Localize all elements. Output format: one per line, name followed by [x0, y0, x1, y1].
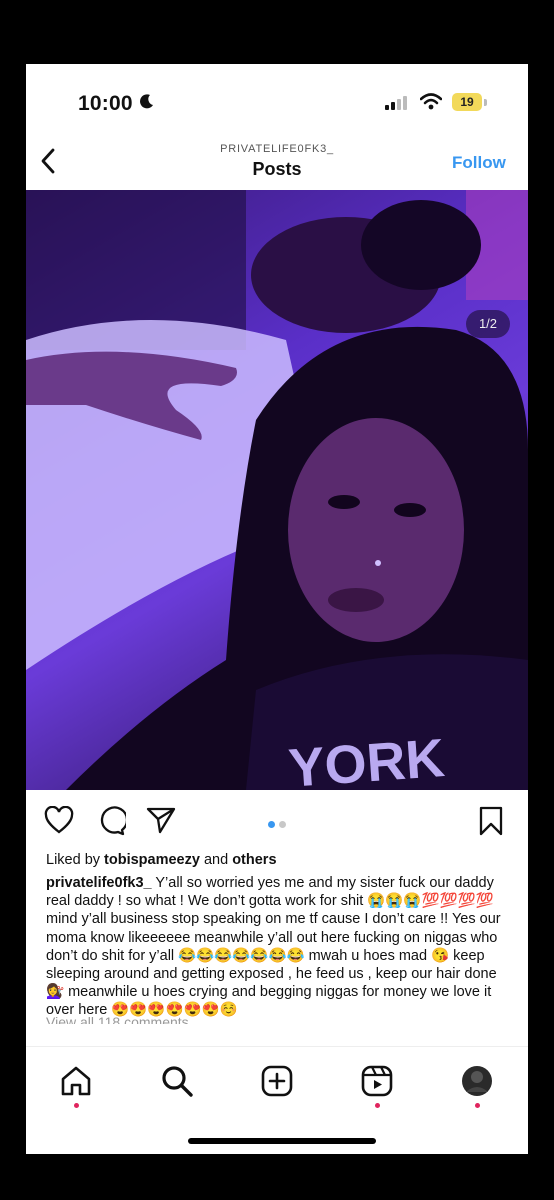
comment-icon[interactable]: [96, 806, 126, 836]
send-icon[interactable]: [146, 806, 176, 834]
profile-notification-dot: [475, 1103, 480, 1108]
status-time: 10:00: [78, 92, 133, 115]
phone-screen: 10:00 19 PRIVATELIFE0FK3_ Posts Follow Y…: [26, 64, 528, 1154]
signal-icon: [385, 96, 407, 110]
battery-level: 19: [452, 93, 482, 111]
carousel-dots: [266, 815, 288, 833]
reels-icon[interactable]: [360, 1064, 394, 1098]
liked-others-link[interactable]: others: [232, 852, 276, 868]
caption-username[interactable]: privatelife0fk3_: [46, 875, 152, 891]
battery-tip: [484, 99, 487, 106]
search-icon[interactable]: [160, 1064, 194, 1098]
liked-and: and: [199, 852, 233, 868]
caption-text: Y’all so worried yes me and my sister fu…: [46, 875, 501, 1019]
liked-prefix: Liked by: [46, 852, 105, 868]
wifi-icon: [420, 93, 442, 110]
shirt-text: YORK: [287, 728, 447, 790]
home-indicator: [188, 1138, 376, 1144]
view-all-comments[interactable]: View all 118 comments: [46, 1014, 189, 1024]
profile-avatar[interactable]: [460, 1064, 494, 1098]
follow-button[interactable]: Follow: [452, 153, 506, 173]
carousel-dot-active: [268, 821, 275, 828]
reels-notification-dot: [375, 1103, 380, 1108]
carousel-dot: [279, 821, 286, 828]
post-caption: privatelife0fk3_ Y’all so worried yes me…: [46, 874, 508, 1020]
bookmark-icon[interactable]: [478, 806, 504, 836]
create-icon[interactable]: [260, 1064, 294, 1098]
home-icon[interactable]: [59, 1064, 93, 1098]
liked-user-link[interactable]: tobispameezy: [104, 852, 200, 868]
moon-icon: [140, 94, 153, 109]
liked-by: Liked by tobispameezy and others: [46, 852, 277, 868]
post-photo-illustration: YORK: [26, 190, 528, 790]
post-image[interactable]: YORK 1/2: [26, 190, 528, 790]
heart-icon[interactable]: [44, 806, 74, 834]
home-notification-dot: [74, 1103, 79, 1108]
status-bar: 10:00 19: [26, 64, 528, 140]
image-counter: 1/2: [466, 310, 510, 338]
